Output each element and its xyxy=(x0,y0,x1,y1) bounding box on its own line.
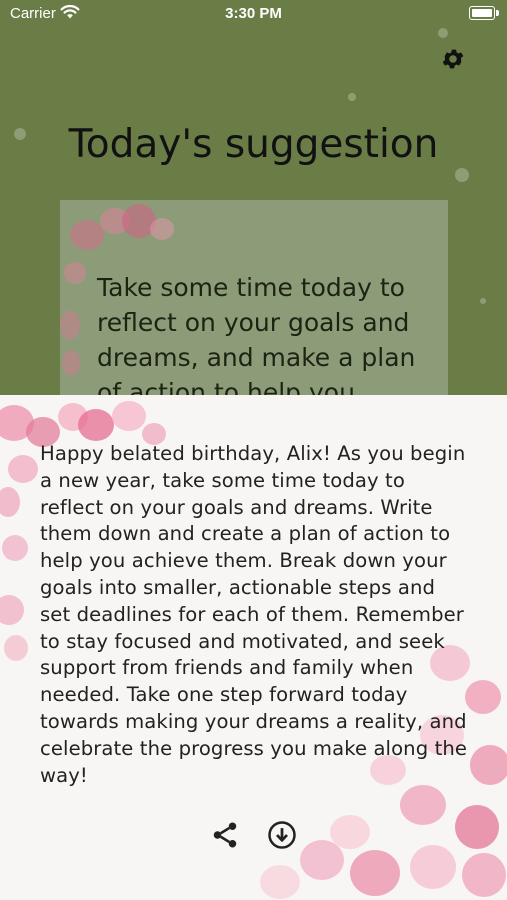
flower-decoration xyxy=(70,220,104,250)
flower-decoration xyxy=(2,535,28,561)
flower-decoration xyxy=(300,840,344,880)
flower-decoration xyxy=(462,853,506,897)
gear-icon[interactable] xyxy=(440,46,466,72)
flower-decoration xyxy=(62,350,80,376)
status-bar: Carrier 3:30 PM xyxy=(0,0,507,28)
bokeh-dot xyxy=(348,93,356,101)
clock: 3:30 PM xyxy=(225,5,282,22)
flower-decoration xyxy=(260,865,300,899)
flower-decoration xyxy=(400,785,446,825)
page-title: Today's suggestion xyxy=(68,122,439,167)
flower-decoration xyxy=(455,805,499,849)
flower-decoration xyxy=(0,487,20,517)
message-sheet: Happy belated birthday, Alix! As you beg… xyxy=(0,395,507,900)
flower-decoration xyxy=(4,635,28,661)
flower-decoration xyxy=(60,310,80,340)
bokeh-dot xyxy=(480,298,486,304)
share-icon[interactable] xyxy=(210,820,240,850)
flower-decoration xyxy=(465,680,501,714)
flower-decoration xyxy=(78,409,114,441)
battery-icon xyxy=(469,6,499,20)
flower-decoration xyxy=(410,845,456,889)
header-area: Carrier 3:30 PM Today's suggestion Take … xyxy=(0,0,507,395)
suggestion-preview-card[interactable]: Take some time today to reflect on your … xyxy=(60,200,448,395)
flower-decoration xyxy=(0,595,24,625)
flower-decoration xyxy=(8,455,38,483)
download-circle-icon[interactable] xyxy=(267,820,297,850)
flower-decoration xyxy=(150,218,174,240)
suggestion-preview-text: Take some time today to reflect on your … xyxy=(97,273,416,395)
bokeh-dot xyxy=(438,28,448,38)
bokeh-dot xyxy=(455,168,469,182)
flower-decoration xyxy=(112,401,146,431)
flower-decoration xyxy=(350,850,400,896)
birthday-message-text: Happy belated birthday, Alix! As you beg… xyxy=(40,442,468,787)
flower-decoration xyxy=(64,262,86,284)
flower-decoration xyxy=(470,745,507,785)
